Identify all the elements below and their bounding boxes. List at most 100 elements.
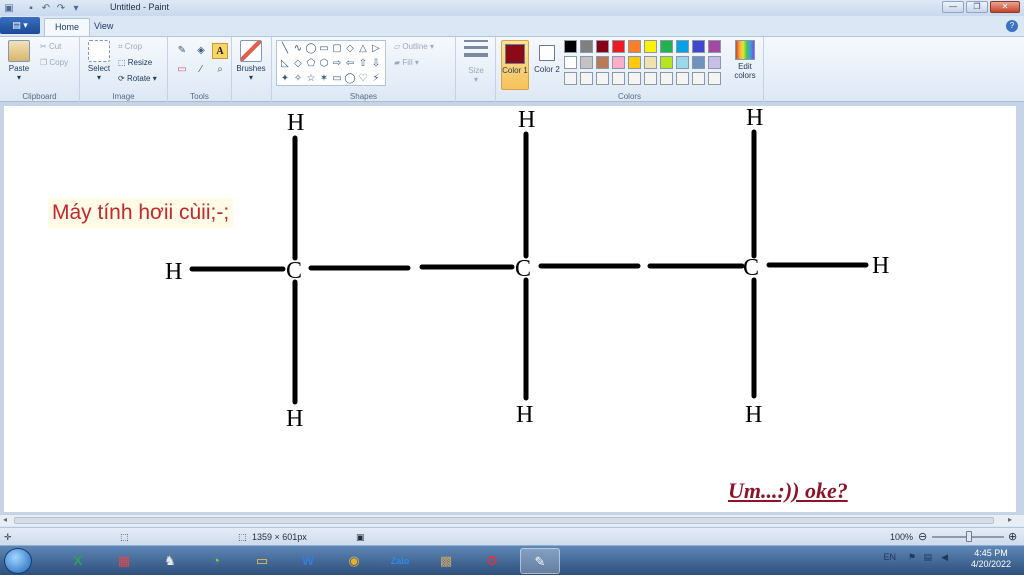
color2-button[interactable]: Color 2 [533, 40, 561, 90]
language-indicator[interactable]: EN [883, 552, 896, 562]
palette-swatch[interactable] [676, 72, 689, 85]
zoom-out-icon[interactable]: ⊖ [918, 530, 927, 543]
palette-swatch[interactable] [676, 56, 689, 69]
flag-icon[interactable]: ⚑ [908, 552, 916, 563]
shape-option[interactable]: ▭ [318, 42, 330, 56]
shape-option[interactable]: ⬠ [305, 57, 317, 71]
palette-swatch[interactable] [660, 40, 673, 53]
close-button[interactable]: ✕ [990, 1, 1020, 13]
fill-bucket-icon[interactable]: ◈ [193, 43, 209, 59]
help-icon[interactable]: ? [1006, 20, 1018, 32]
edit-colors-button[interactable]: Edit colors [730, 40, 760, 80]
brushes-button[interactable]: Brushes ▾ [234, 40, 268, 82]
shape-option[interactable]: ⚡ [370, 72, 382, 86]
zoom-in-icon[interactable]: ⊕ [1008, 530, 1017, 543]
magnifier-icon[interactable]: ⌕ [212, 62, 228, 78]
palette-swatch[interactable] [660, 72, 673, 85]
shape-option[interactable]: ⇧ [357, 57, 369, 71]
color-picker-icon[interactable]: ⁄ [193, 62, 209, 78]
palette-swatch[interactable] [628, 56, 641, 69]
shape-option[interactable]: ◯ [344, 72, 356, 86]
shape-option[interactable]: △ [357, 42, 369, 56]
outline-button[interactable]: ▱ Outline ▾ [394, 42, 434, 51]
paint-icon[interactable]: ▣ [3, 2, 15, 14]
network-icon[interactable]: ▤ [923, 552, 932, 563]
palette-swatch[interactable] [708, 40, 721, 53]
shape-option[interactable]: ⇨ [331, 57, 343, 71]
palette-swatch[interactable] [644, 56, 657, 69]
select-button[interactable]: Select ▾ [82, 40, 116, 82]
shape-option[interactable]: ╲ [279, 42, 291, 56]
taskbar-app-icon[interactable]: ▦ [104, 548, 144, 574]
scroll-left-icon[interactable]: ◂ [3, 515, 7, 524]
taskbar-folder-icon[interactable]: ▭ [242, 548, 282, 574]
palette-swatch[interactable] [628, 40, 641, 53]
shape-option[interactable]: ◇ [344, 42, 356, 56]
tab-view[interactable]: View [84, 18, 123, 36]
copy-button[interactable]: ❐ Copy [40, 58, 68, 67]
scroll-right-icon[interactable]: ▸ [1008, 515, 1012, 524]
shape-option[interactable]: ◇ [292, 57, 304, 71]
redo-icon[interactable]: ↷ [55, 2, 67, 14]
palette-swatch[interactable] [564, 40, 577, 53]
palette-swatch[interactable] [660, 56, 673, 69]
shape-option[interactable]: ☆ [305, 72, 317, 86]
palette-swatch[interactable] [708, 72, 721, 85]
taskbar-chess-icon[interactable]: ♞ [150, 548, 190, 574]
palette-swatch[interactable] [564, 56, 577, 69]
palette-swatch[interactable] [564, 72, 577, 85]
customize-quick-access-icon[interactable]: ▾ [70, 2, 82, 14]
maximize-button[interactable]: ❐ [966, 1, 988, 13]
eraser-icon[interactable]: ▭ [174, 62, 190, 78]
palette-swatch[interactable] [580, 56, 593, 69]
palette-swatch[interactable] [676, 40, 689, 53]
taskbar-paint-icon[interactable]: ✎ [520, 548, 560, 574]
shape-option[interactable]: ✦ [279, 72, 291, 86]
taskbar-excel-icon[interactable]: X [58, 548, 98, 574]
palette-swatch[interactable] [628, 72, 641, 85]
palette-swatch[interactable] [612, 40, 625, 53]
palette-swatch[interactable] [596, 56, 609, 69]
shape-option[interactable]: ▢ [331, 42, 343, 56]
palette-swatch[interactable] [612, 56, 625, 69]
crop-button[interactable]: ⌗ Crop [118, 42, 142, 52]
taskbar-chrome-icon[interactable]: ◉ [334, 548, 374, 574]
shape-option[interactable]: ⬡ [318, 57, 330, 71]
minimize-button[interactable]: — [942, 1, 964, 13]
clock[interactable]: 4:45 PM 4/20/2022 [966, 548, 1016, 570]
save-icon[interactable]: ▪ [25, 2, 37, 14]
taskbar-app-icon[interactable]: ▩ [426, 548, 466, 574]
drawing-canvas[interactable]: H H H H C H C H H C H H Máy tính hơii cù… [4, 106, 1016, 512]
scrollbar-thumb[interactable] [14, 517, 994, 524]
taskbar-app-icon[interactable]: ◔ [196, 548, 236, 574]
palette-swatch[interactable] [580, 40, 593, 53]
palette-swatch[interactable] [692, 56, 705, 69]
palette-swatch[interactable] [596, 72, 609, 85]
shape-option[interactable]: ✶ [318, 72, 330, 86]
shape-option[interactable]: ⇦ [344, 57, 356, 71]
shape-option[interactable]: ◯ [305, 42, 317, 56]
zoom-slider-handle[interactable] [966, 531, 972, 542]
cut-button[interactable]: ✂ Cut [40, 42, 61, 51]
shape-option[interactable]: ✧ [292, 72, 304, 86]
shape-option[interactable]: ♡ [357, 72, 369, 86]
palette-swatch[interactable] [596, 40, 609, 53]
shape-option[interactable]: ⇩ [370, 57, 382, 71]
fill-button[interactable]: ▰ Fill ▾ [394, 58, 419, 67]
resize-button[interactable]: ⬚ Resize [118, 58, 152, 67]
palette-swatch[interactable] [692, 40, 705, 53]
palette-swatch[interactable] [708, 56, 721, 69]
file-menu-button[interactable]: ▤ ▾ [0, 17, 40, 34]
start-button[interactable] [4, 548, 32, 574]
text-tool-icon[interactable]: A [212, 43, 228, 59]
palette-swatch[interactable] [644, 72, 657, 85]
palette-swatch[interactable] [644, 40, 657, 53]
horizontal-scrollbar[interactable]: ◂ ▸ [0, 514, 1024, 526]
paste-button[interactable]: Paste ▾ [2, 40, 36, 82]
undo-icon[interactable]: ↶ [40, 2, 52, 14]
shape-option[interactable]: ▭ [331, 72, 343, 86]
taskbar-opera-icon[interactable]: O [472, 548, 512, 574]
rotate-button[interactable]: ⟳ Rotate ▾ [118, 74, 157, 83]
taskbar-zalo-icon[interactable]: Zalo [380, 548, 420, 574]
shape-option[interactable]: ◺ [279, 57, 291, 71]
